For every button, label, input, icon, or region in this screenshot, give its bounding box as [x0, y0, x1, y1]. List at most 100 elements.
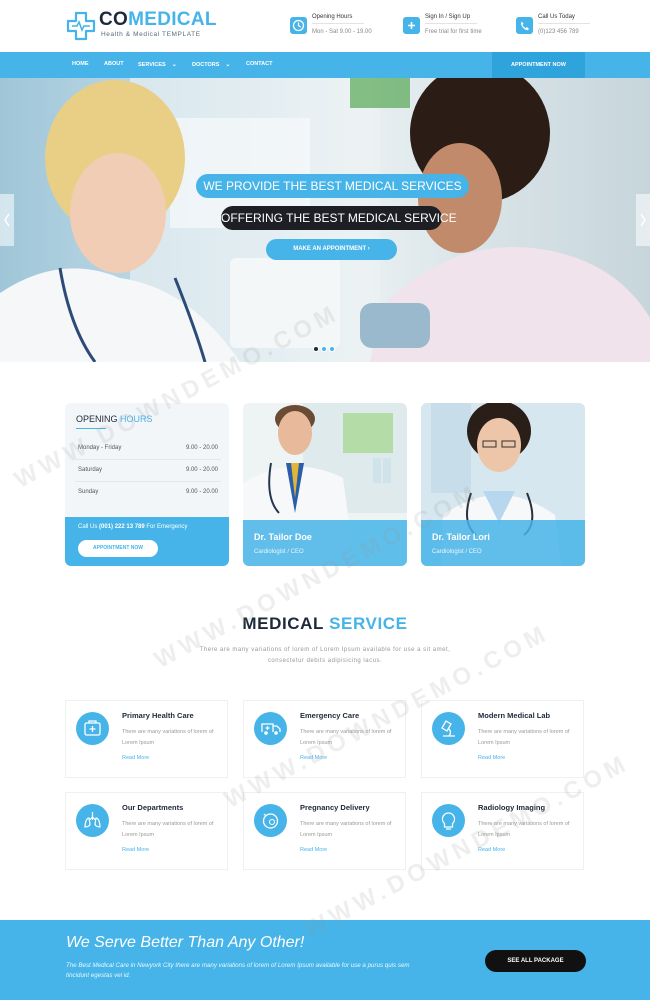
opening-hours-title-part2: HOURS — [120, 414, 153, 424]
read-more-link[interactable]: Read More — [478, 847, 505, 853]
brand-tagline: Health & Medical TEMPLATE — [101, 31, 201, 38]
header-info-title: Sign In / Sign Up — [425, 14, 471, 20]
call-prefix: Call Us — [78, 524, 98, 530]
radiology-icon — [432, 804, 465, 837]
hero-subheadline: OFFERING THE BEST MEDICAL SERVICE — [221, 206, 457, 230]
section-description: There are many variations of lorem of Lo… — [199, 647, 451, 664]
opening-hours-card: OPENING HOURS Monday - Friday 9.00 - 20.0… — [65, 403, 229, 566]
service-title: Emergency Care — [300, 711, 360, 720]
service-description: There are many variations of lorem of Lo… — [300, 821, 392, 838]
nav-item-services[interactable]: SERVICES ⌄ — [138, 61, 177, 68]
doctor-name: Dr. Tailor Doe — [254, 532, 312, 542]
see-all-package-button[interactable]: SEE ALL PACKAGE — [485, 950, 586, 972]
read-more-link[interactable]: Read More — [300, 847, 327, 853]
doctor-card[interactable]: Dr. Tailor Doe Cardiologist / CEO — [243, 403, 407, 566]
hours-row: Saturday 9.00 - 20.00 — [78, 467, 218, 477]
service-title: Primary Health Care — [122, 711, 194, 720]
make-appointment-label: MAKE AN APPOINTMENT — [293, 246, 367, 252]
hours-day: Monday - Friday — [78, 445, 122, 451]
service-description: There are many variations of lorem of Lo… — [478, 821, 570, 838]
hours-time: 9.00 - 20.00 — [185, 445, 218, 451]
appointment-now-button[interactable]: APPOINTMENT NOW — [492, 52, 585, 78]
header-info-divider — [312, 23, 364, 24]
brand-logo[interactable]: COMEDICAL — [99, 10, 217, 30]
slider-prev-button[interactable] — [0, 194, 14, 246]
medical-service-heading: MEDICAL SERVICE — [0, 614, 650, 634]
service-description: There are many variations of lorem of Lo… — [122, 729, 214, 746]
opening-hours-title-part1: OPENING — [76, 414, 118, 424]
first-aid-kit-icon — [76, 712, 109, 745]
nav-item-about[interactable]: ABOUT — [104, 61, 124, 67]
nav-item-home[interactable]: HOME — [72, 61, 89, 67]
header-info-detail: Free trial for first time — [425, 29, 482, 35]
service-description: There are many variations of lorem of Lo… — [122, 821, 214, 838]
header-info-title: Opening Hours — [312, 14, 353, 20]
pregnancy-icon — [254, 804, 287, 837]
ambulance-icon — [254, 712, 287, 745]
nav-item-doctors[interactable]: DOCTORS ⌄ — [192, 61, 230, 68]
call-number: (001) 222 13 789 — [99, 524, 145, 530]
service-description: There are many variations of lorem of Lo… — [478, 729, 570, 746]
opening-hours-title: OPENING HOURS — [76, 414, 153, 424]
service-description: There are many variations of lorem of Lo… — [300, 729, 392, 746]
make-appointment-button[interactable]: MAKE AN APPOINTMENT › — [266, 239, 397, 260]
nav-item-label: DOCTORS — [192, 62, 220, 68]
arrow-right-circle-icon: › — [367, 246, 370, 252]
header-info-divider — [538, 23, 590, 24]
header-info-title: Call Us Today — [538, 14, 575, 20]
phone-icon — [516, 17, 533, 34]
nav-item-label: SERVICES — [138, 62, 166, 68]
doctor-card[interactable]: Dr. Tailor Lori Cardiologist / CEO — [421, 403, 585, 566]
slider-dot-1[interactable] — [313, 346, 319, 352]
hero-headline: WE PROVIDE THE BEST MEDICAL SERVICES — [196, 174, 469, 198]
slider-dot-2[interactable] — [321, 346, 327, 352]
service-card[interactable]: Modern Medical Lab There are many variat… — [421, 700, 584, 778]
heading-part1: MEDICAL — [242, 614, 324, 633]
brand-name-part1: CO — [99, 9, 129, 30]
doctor-info-band — [243, 520, 407, 566]
chevron-down-icon: ⌄ — [225, 62, 231, 68]
doctor-name: Dr. Tailor Lori — [432, 532, 490, 542]
service-title: Radiology Imaging — [478, 803, 546, 812]
hours-day: Saturday — [78, 467, 103, 473]
read-more-link[interactable]: Read More — [478, 755, 505, 761]
lungs-icon — [76, 804, 109, 837]
service-title: Our Departments — [122, 803, 184, 812]
title-underline — [76, 428, 106, 429]
hours-time: 9.00 - 20.00 — [185, 489, 218, 495]
user-icon — [403, 17, 420, 34]
brand-name-part2: MEDICAL — [128, 9, 217, 30]
service-card[interactable]: Our Departments There are many variation… — [65, 792, 228, 870]
hours-row: Sunday 9.00 - 20.00 — [78, 489, 218, 499]
header-info-detail: Mon - Sat 9.00 - 19.00 — [312, 29, 372, 35]
banner-title: We Serve Better Than Any Other! — [66, 934, 305, 951]
service-card[interactable]: Pregnancy Delivery There are many variat… — [243, 792, 406, 870]
microscope-icon — [432, 712, 465, 745]
divider — [75, 459, 221, 460]
emergency-call-text: Call Us (001) 222 13 789 For Emergency — [78, 524, 187, 530]
service-title: Pregnancy Delivery — [300, 803, 370, 812]
slider-dot-3[interactable] — [329, 346, 335, 352]
slider-next-button[interactable] — [636, 194, 650, 246]
service-card[interactable]: Emergency Care There are many variations… — [243, 700, 406, 778]
doctor-role: Cardiologist / CEO — [432, 549, 482, 555]
service-card[interactable]: Radiology Imaging There are many variati… — [421, 792, 584, 870]
doctor-role: Cardiologist / CEO — [254, 549, 304, 555]
chevron-down-icon: ⌄ — [171, 62, 177, 68]
read-more-link[interactable]: Read More — [122, 755, 149, 761]
page: COMEDICAL Health & Medical TEMPLATE Open… — [0, 0, 650, 1000]
service-card[interactable]: Primary Health Care There are many varia… — [65, 700, 228, 778]
hours-appointment-button[interactable]: APPOINTMENT NOW — [78, 540, 158, 557]
hours-time: 9.00 - 20.00 — [185, 467, 218, 473]
call-suffix: For Emergency — [146, 524, 188, 530]
nav-item-contact[interactable]: CONTACT — [246, 61, 272, 67]
doctor-info-band — [421, 520, 585, 566]
divider — [75, 481, 221, 482]
read-more-link[interactable]: Read More — [300, 755, 327, 761]
read-more-link[interactable]: Read More — [122, 847, 149, 853]
header-info-detail: (0)123 456 789 — [538, 29, 579, 35]
service-title: Modern Medical Lab — [478, 711, 551, 720]
hours-row: Monday - Friday 9.00 - 20.00 — [78, 445, 218, 455]
clock-icon — [290, 17, 307, 34]
hours-day: Sunday — [78, 489, 99, 495]
